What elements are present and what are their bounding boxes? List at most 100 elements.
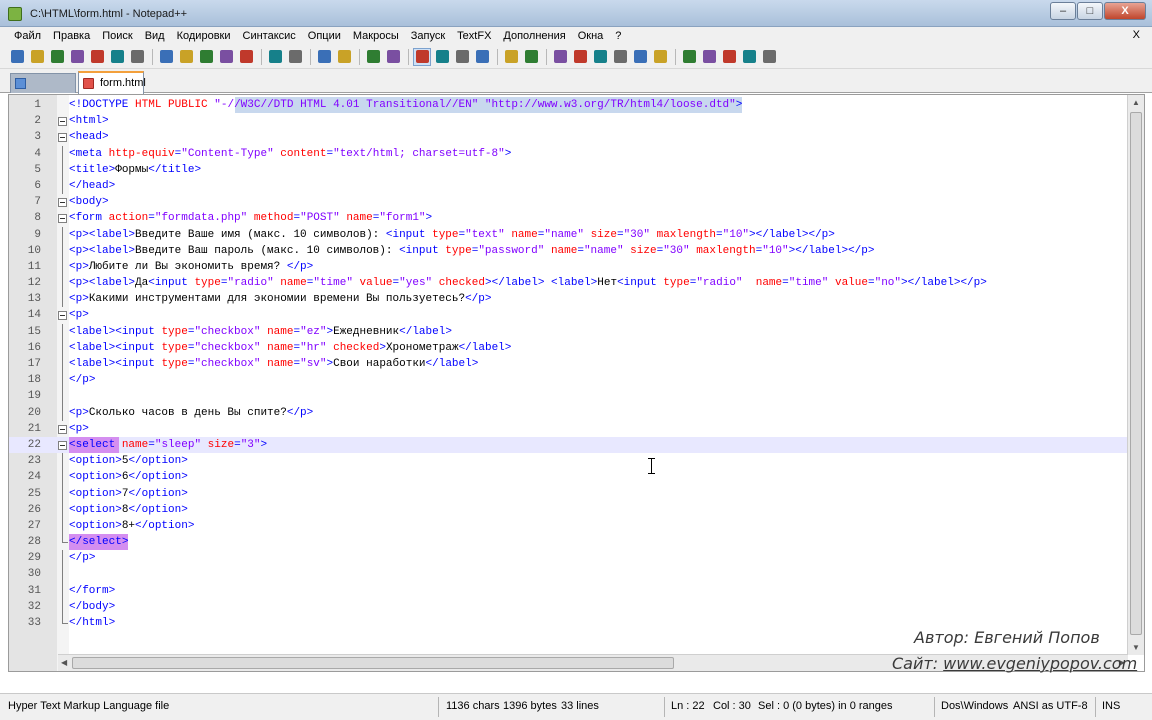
vertical-scrollbar[interactable]: ▲ ▼ bbox=[1127, 95, 1144, 655]
code-line[interactable]: 29 </p> bbox=[9, 550, 1144, 567]
word-wrap-button[interactable] bbox=[413, 47, 431, 66]
code-line[interactable]: 16 <label><input type="checkbox" name="hr… bbox=[9, 339, 1144, 356]
horizontal-scroll-thumb[interactable] bbox=[72, 657, 674, 669]
play-multi-button[interactable] bbox=[611, 48, 629, 66]
code-line[interactable]: 20 <p>Сколько часов в день Вы спите?</p> bbox=[9, 404, 1144, 421]
fold-toggle-icon[interactable] bbox=[58, 133, 67, 143]
save-button[interactable] bbox=[48, 48, 66, 66]
code-line[interactable]: 15 <label><input type="checkbox" name="ez… bbox=[9, 323, 1144, 340]
sync-h-button[interactable] bbox=[384, 48, 402, 66]
menu-options[interactable]: Опции bbox=[302, 30, 347, 42]
code-line[interactable]: 31 </form> bbox=[9, 582, 1144, 599]
fold-toggle-icon[interactable] bbox=[58, 214, 67, 224]
code-line[interactable]: 22 <select name="sleep" size="3"> bbox=[9, 436, 1144, 454]
document-close-button[interactable]: X bbox=[1133, 29, 1140, 41]
scroll-left-icon[interactable]: ◀ bbox=[61, 658, 67, 667]
code-line[interactable]: 1 <!DOCTYPE HTML PUBLIC "-//W3C//DTD HTML… bbox=[9, 97, 1144, 114]
code-line[interactable]: 3 <head> bbox=[9, 129, 1144, 145]
code-line[interactable]: 25 <option>7</option> bbox=[9, 485, 1144, 502]
close-button[interactable]: X bbox=[1104, 2, 1146, 20]
code-editor[interactable]: 1 <!DOCTYPE HTML PUBLIC "-//W3C//DTD HTML… bbox=[8, 94, 1145, 672]
sync-v-button[interactable] bbox=[364, 48, 382, 66]
code-line[interactable]: 19 bbox=[9, 388, 1144, 405]
abc-button[interactable] bbox=[760, 48, 778, 66]
menu-window[interactable]: Окна bbox=[572, 30, 610, 42]
close-button[interactable] bbox=[88, 48, 106, 66]
code-line[interactable]: 30 bbox=[9, 566, 1144, 583]
fold-toggle-icon[interactable] bbox=[58, 117, 67, 127]
up-button[interactable] bbox=[700, 48, 718, 66]
indent-guide-button[interactable] bbox=[453, 48, 471, 66]
menu-file[interactable]: Файл bbox=[8, 30, 47, 42]
open-button[interactable] bbox=[28, 48, 46, 66]
collapse-button[interactable] bbox=[680, 48, 698, 66]
menu-plugins[interactable]: Дополнения bbox=[497, 30, 571, 42]
folder-button[interactable] bbox=[502, 48, 520, 66]
spell-button[interactable] bbox=[740, 48, 758, 66]
code-line[interactable]: 9 <p><label>Введите Ваше имя (макс. 10 си… bbox=[9, 226, 1144, 243]
code-line[interactable]: 2 <html> bbox=[9, 113, 1144, 129]
lang-button[interactable] bbox=[473, 48, 491, 66]
code-line[interactable]: 14 <p> bbox=[9, 307, 1144, 323]
code-line[interactable]: 12 <p><label>Да<input type="radio" name="… bbox=[9, 275, 1144, 292]
doc-map-button[interactable] bbox=[522, 48, 540, 66]
tab-form-html[interactable]: form.html bbox=[78, 71, 146, 94]
tab-untitled[interactable] bbox=[10, 73, 76, 93]
code-line[interactable]: 28 </select> bbox=[9, 534, 1144, 551]
undo-button[interactable] bbox=[217, 48, 235, 66]
scroll-up-icon[interactable]: ▲ bbox=[1132, 98, 1140, 107]
replace-button[interactable] bbox=[286, 48, 304, 66]
minimize-button[interactable]: – bbox=[1050, 2, 1076, 20]
menu-encoding[interactable]: Кодировки bbox=[171, 30, 237, 42]
code-line[interactable]: 8 <form action="formdata.php" method="POS… bbox=[9, 210, 1144, 226]
print-button[interactable] bbox=[128, 48, 146, 66]
fold-toggle-icon[interactable] bbox=[58, 198, 67, 208]
code-line[interactable]: 32 </body> bbox=[9, 598, 1144, 615]
menu-macro[interactable]: Макросы bbox=[347, 30, 405, 42]
menu-edit[interactable]: Правка bbox=[47, 30, 96, 42]
menu-view[interactable]: Вид bbox=[139, 30, 171, 42]
stop-button[interactable] bbox=[571, 48, 589, 66]
fold-toggle-icon[interactable] bbox=[58, 440, 67, 450]
new-button[interactable] bbox=[8, 48, 26, 66]
trim-button[interactable] bbox=[651, 48, 669, 66]
close-all-button[interactable] bbox=[108, 48, 126, 66]
menu-textfx[interactable]: TextFX bbox=[451, 30, 497, 42]
menu-syntax[interactable]: Синтаксис bbox=[237, 30, 302, 42]
code-line[interactable]: 26 <option>8</option> bbox=[9, 501, 1144, 518]
vertical-scroll-thumb[interactable] bbox=[1130, 112, 1142, 635]
code-line[interactable]: 11 <p>Любите ли Вы экономить время? </p> bbox=[9, 258, 1144, 276]
menu-search[interactable]: Поиск bbox=[96, 30, 138, 42]
find-button[interactable] bbox=[266, 48, 284, 66]
play-button[interactable] bbox=[591, 48, 609, 66]
menu-run[interactable]: Запуск bbox=[405, 30, 451, 42]
maximize-button[interactable]: □ bbox=[1077, 2, 1103, 20]
save-macro-button[interactable] bbox=[631, 48, 649, 66]
code-line[interactable]: 23 <option>5</option> bbox=[9, 453, 1144, 470]
down-button[interactable] bbox=[720, 48, 738, 66]
code-line[interactable]: 7 <body> bbox=[9, 194, 1144, 210]
scroll-down-icon[interactable]: ▼ bbox=[1132, 643, 1140, 652]
zoom-out-button[interactable] bbox=[335, 48, 353, 66]
save-all-button[interactable] bbox=[68, 48, 86, 66]
code-line[interactable]: 18 </p> bbox=[9, 372, 1144, 389]
cut-button[interactable] bbox=[157, 48, 175, 66]
code-line[interactable]: 27 <option>8+</option> bbox=[9, 517, 1144, 535]
fold-toggle-icon[interactable] bbox=[58, 311, 67, 321]
code-line[interactable]: 10 <p><label>Введите Ваш пароль (макс. 10… bbox=[9, 242, 1144, 259]
record-button[interactable] bbox=[551, 48, 569, 66]
show-all-button[interactable] bbox=[433, 48, 451, 66]
paste-button[interactable] bbox=[197, 48, 215, 66]
menu-help[interactable]: ? bbox=[609, 30, 627, 42]
code-line[interactable]: 6 </head> bbox=[9, 177, 1144, 195]
copy-button[interactable] bbox=[177, 48, 195, 66]
code-line[interactable]: 4 <meta http-equiv="Content-Type" content… bbox=[9, 145, 1144, 162]
code-line[interactable]: 24 <option>6</option> bbox=[9, 469, 1144, 486]
code-line[interactable]: 17 <label><input type="checkbox" name="sv… bbox=[9, 356, 1144, 373]
code-line[interactable]: 21 <p> bbox=[9, 421, 1144, 437]
zoom-in-button[interactable] bbox=[315, 48, 333, 66]
redo-button[interactable] bbox=[237, 48, 255, 66]
fold-toggle-icon[interactable] bbox=[58, 424, 67, 434]
code-line[interactable]: 13 <p>Какими инструментами для экономии в… bbox=[9, 291, 1144, 308]
code-line[interactable]: 5 <title>Формы</title> bbox=[9, 161, 1144, 178]
